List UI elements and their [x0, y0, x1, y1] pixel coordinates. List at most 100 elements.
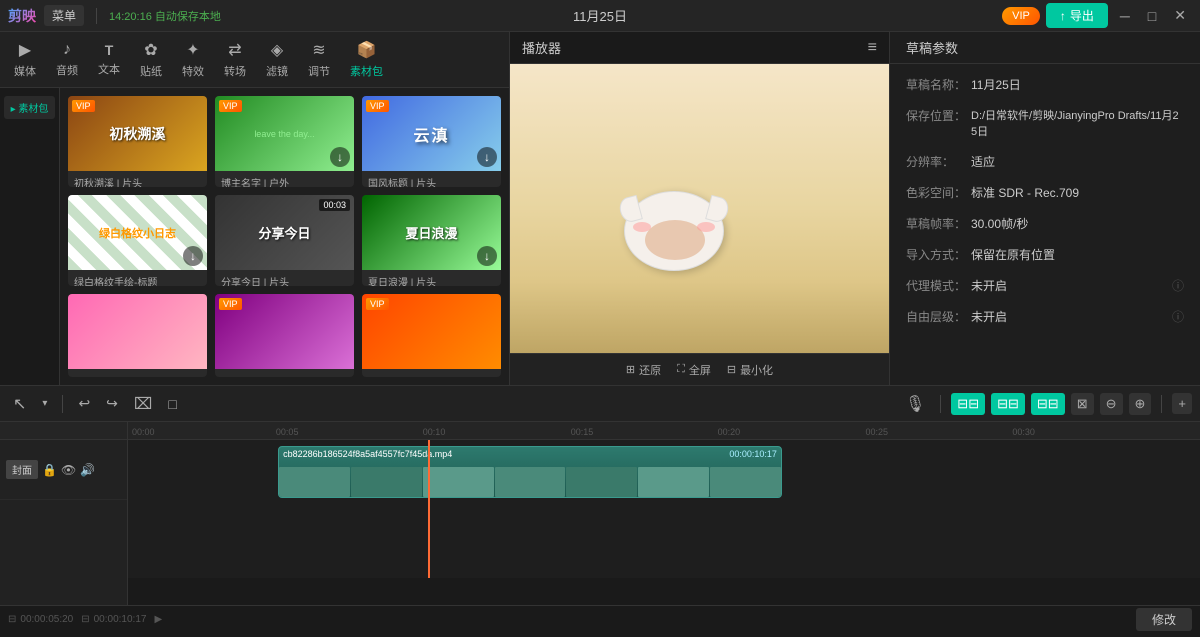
snap-btn-1[interactable]: ⊟⊟ [951, 393, 985, 415]
fullscreen-button[interactable]: ⛶ 全屏 [677, 362, 711, 378]
tool-effect[interactable]: ✦ 特效 [172, 34, 214, 85]
thumb-3 [423, 467, 494, 497]
autosave-status: 14:20:16 自动保存本地 [109, 8, 221, 24]
cursor-dropdown-button[interactable]: ▾ [37, 395, 52, 412]
zoom-in-button[interactable]: ⊕ [1129, 393, 1152, 415]
tool-media[interactable]: ▶ 媒体 [4, 34, 46, 85]
player-video-frame [510, 64, 889, 353]
ruler-mark-5: 00:25 [866, 427, 889, 437]
prop-row-color: 色彩空间： 标准 SDR - Rec.709 [906, 184, 1184, 201]
undo-button[interactable]: ↩ [73, 392, 95, 415]
video-clip[interactable]: cb82286b186524f8a5af4557fc7f45da.mp4 00:… [278, 446, 782, 498]
ruler-mark-0: 00:00 [132, 427, 155, 437]
prop-row-layer: 自由层级： 未开启 ⓘ [906, 308, 1184, 325]
asset-card-6[interactable]: 夏日浪漫 ↓ 夏日浪漫 | 片头 [362, 195, 501, 286]
minimize-view-button[interactable]: ⊟ 最小化 [727, 362, 773, 378]
mic-button[interactable]: 🎙 [900, 391, 930, 417]
bottom-bar: ⊟ 00:00:05:20 ⊟ 00:00:10:17 ▶ 修改 [0, 605, 1200, 633]
thumb-5 [566, 467, 637, 497]
asset-card-8[interactable]: VIP [215, 294, 354, 377]
text-icon: T [105, 42, 114, 58]
add-track-button[interactable]: + [1172, 393, 1192, 414]
vip-badge: VIP [219, 100, 242, 112]
asset-sidebar: ▸ 素材包 [0, 88, 60, 385]
assets-icon: 📦 [357, 40, 377, 60]
asset-label-7 [68, 369, 207, 377]
prop-value-fps: 30.00帧/秒 [971, 215, 1184, 232]
tool-sticker[interactable]: ✿ 贴纸 [130, 34, 172, 85]
prop-label-fps: 草稿帧率： [906, 215, 971, 232]
close-window-button[interactable]: ✕ [1168, 5, 1192, 26]
snap-btn-3[interactable]: ⊟⊟ [1031, 393, 1065, 415]
split-button[interactable]: ⌧ [129, 391, 157, 417]
asset-card-3[interactable]: VIP 云滇 ↓ 国风标题 | 片头 [362, 96, 501, 187]
redo-button[interactable]: ↪ [101, 392, 123, 415]
prop-label-proxy: 代理模式： [906, 277, 971, 294]
props-title: 草稿参数 [906, 38, 958, 57]
player-header: 播放器 ≡ [510, 32, 889, 64]
prop-value-name: 11月25日 [971, 76, 1184, 93]
snap-btn-2[interactable]: ⊟⊟ [991, 393, 1025, 415]
transition-icon: ⇄ [228, 40, 241, 60]
track-controls: 封面 🔒 👁 🔊 [0, 422, 128, 605]
eye-icon[interactable]: 👁 [61, 463, 76, 477]
tool-adjust[interactable]: ≋ 调节 [298, 34, 340, 85]
thumb-4 [495, 467, 566, 497]
clip-duration: 00:00:10:17 [729, 449, 777, 459]
restore-window-button[interactable]: □ [1142, 6, 1162, 26]
thumb-7 [710, 467, 781, 497]
export-button[interactable]: ↑ 导出 [1046, 3, 1108, 28]
tool-audio[interactable]: ♪ 音频 [46, 35, 88, 84]
menu-button[interactable]: 菜单 [44, 5, 84, 26]
prop-label-import: 导入方式： [906, 246, 971, 263]
download-icon[interactable]: ↓ [183, 246, 203, 266]
thumb-6 [638, 467, 709, 497]
date-display: 11月25日 [573, 6, 627, 25]
player-controls: ⊞ 还原 ⛶ 全屏 ⊟ 最小化 [510, 353, 889, 385]
zoom-out-button[interactable]: ⊖ [1100, 393, 1123, 415]
ruler-mark-3: 00:15 [571, 427, 594, 437]
layer-info-icon[interactable]: ⓘ [1172, 308, 1184, 325]
download-icon[interactable]: ↓ [330, 147, 350, 167]
asset-card-4[interactable]: 绿白格纹小日志 ↓ 绿白格纹手绘-标题 [68, 195, 207, 286]
asset-card-5[interactable]: 00:03 分享今日 分享今日 | 片头 [215, 195, 354, 286]
asset-sidebar-item-assets[interactable]: ▸ 素材包 [4, 96, 55, 119]
asset-card-9[interactable]: VIP [362, 294, 501, 377]
ruler-spacer [0, 422, 127, 440]
play-button[interactable]: ▶ [154, 614, 162, 625]
delete-button[interactable]: □ [163, 393, 181, 415]
minimize-window-button[interactable]: ─ [1114, 6, 1136, 26]
modify-button[interactable]: 修改 [1136, 608, 1192, 631]
restore-icon: ⊞ [626, 363, 635, 376]
playhead[interactable] [428, 440, 430, 578]
vip-button[interactable]: VIP [1002, 7, 1040, 25]
left-panel: ▶ 媒体 ♪ 音频 T 文本 ✿ 贴纸 ✦ 特效 ⇄ 转场 [0, 32, 510, 385]
audio-track-icon[interactable]: 🔊 [80, 463, 95, 477]
top-bar: 剪映 菜单 14:20:16 自动保存本地 11月25日 VIP ↑ 导出 ─ … [0, 0, 1200, 32]
lock-icon[interactable]: 🔒 [42, 463, 57, 477]
prop-row-name: 草稿名称： 11月25日 [906, 76, 1184, 93]
tool-assets[interactable]: 📦 素材包 [340, 34, 393, 85]
tool-text[interactable]: T 文本 [88, 36, 130, 83]
snap-btn-4[interactable]: ⊠ [1071, 393, 1094, 415]
asset-grid: VIP 初秋溯溪 初秋溯溪 | 片头 VIP leave the day... … [60, 88, 509, 385]
asset-card-2[interactable]: VIP leave the day... ↓ 博主名字 | 户外 [215, 96, 354, 187]
prop-label-name: 草稿名称： [906, 76, 971, 93]
cover-label: 封面 [6, 460, 38, 479]
download-icon[interactable]: ↓ [477, 147, 497, 167]
tool-transition[interactable]: ⇄ 转场 [214, 34, 256, 85]
prop-value-import: 保留在原有位置 [971, 246, 1184, 263]
prop-value-proxy: 未开启 [971, 277, 1168, 294]
restore-view-button[interactable]: ⊞ 还原 [626, 362, 661, 378]
asset-card-7[interactable] [68, 294, 207, 377]
vip-badge: VIP [366, 100, 389, 112]
download-icon[interactable]: ↓ [477, 246, 497, 266]
cursor-tool-button[interactable]: ↖ [8, 391, 31, 417]
asset-label-4: 绿白格纹手绘-标题 [68, 270, 207, 286]
player-menu-icon[interactable]: ≡ [868, 39, 877, 57]
tool-filter[interactable]: ◈ 滤镜 [256, 34, 298, 85]
asset-card-1[interactable]: VIP 初秋溯溪 初秋溯溪 | 片头 [68, 96, 207, 187]
props-body: 草稿名称： 11月25日 保存位置： D:/日常软件/剪映/JianyingPr… [890, 64, 1200, 385]
vip-badge: VIP [72, 100, 95, 112]
proxy-info-icon[interactable]: ⓘ [1172, 277, 1184, 294]
